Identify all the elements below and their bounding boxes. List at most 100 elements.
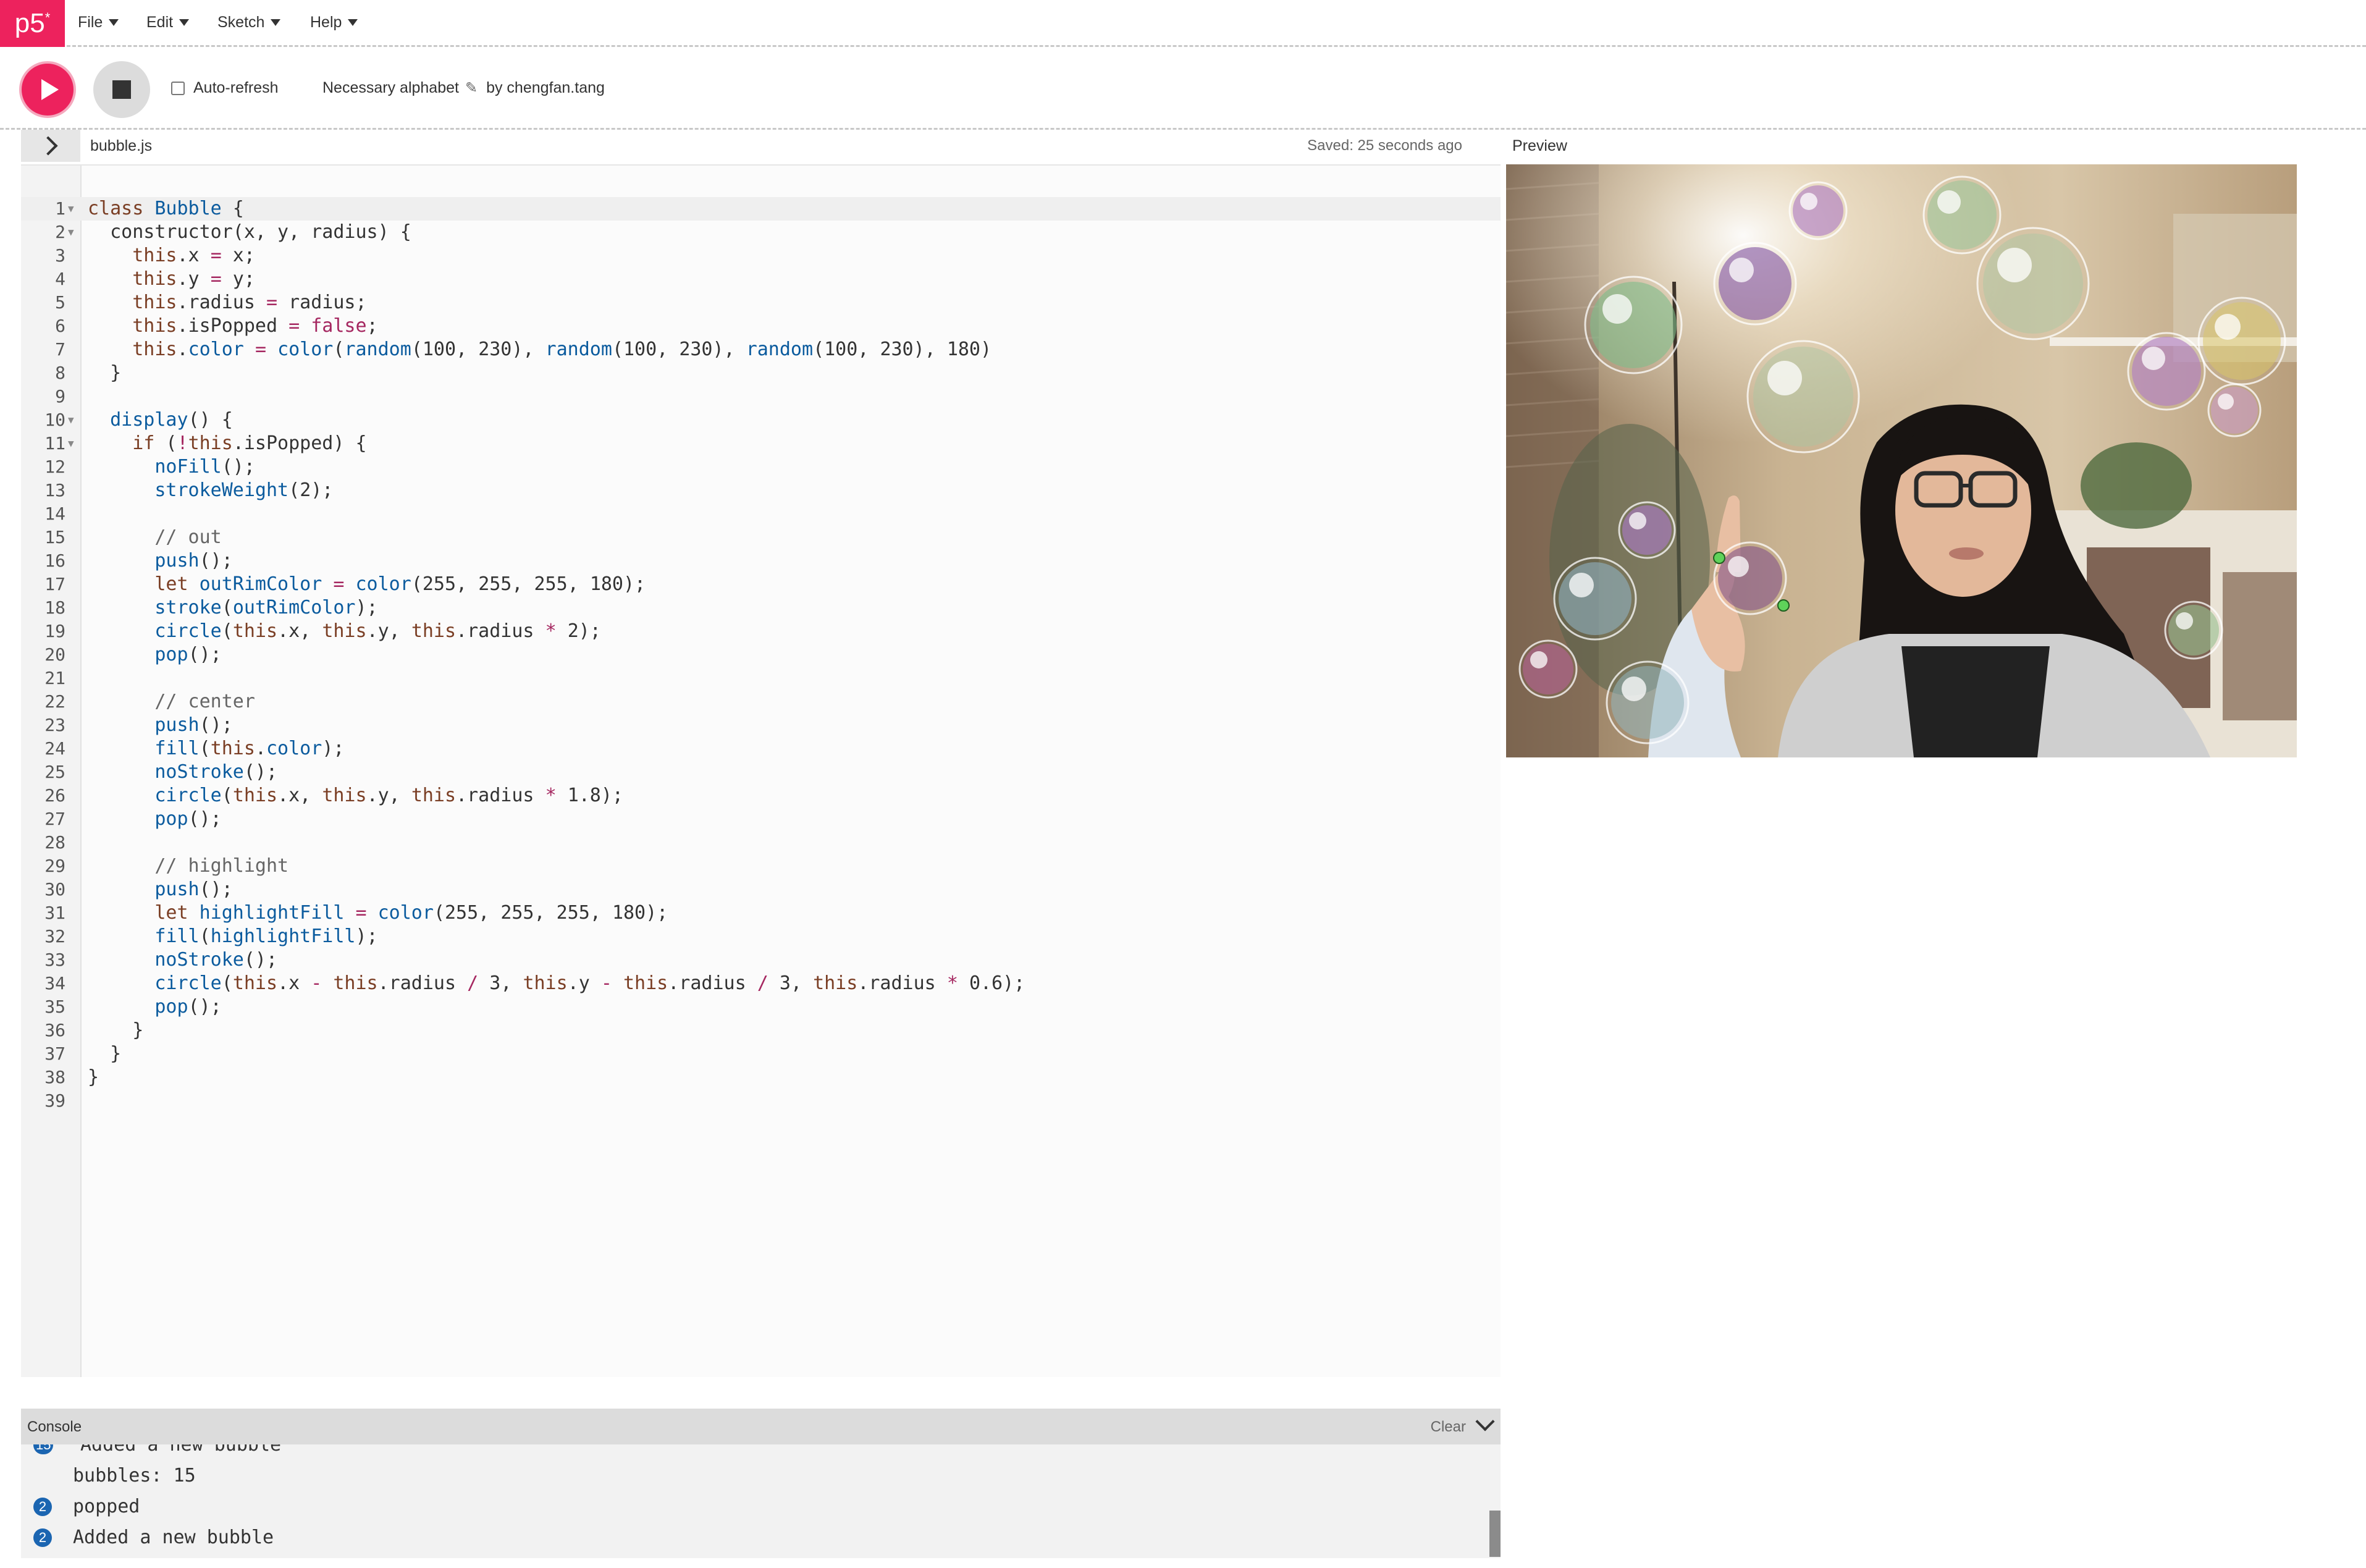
menu-help[interactable]: Help: [310, 0, 358, 44]
code-line[interactable]: 7 this.color = color(random(100, 230), r…: [21, 338, 1501, 361]
menu-file-label: File: [78, 13, 103, 31]
code-line[interactable]: 38}: [21, 1066, 1501, 1089]
play-button[interactable]: [19, 61, 76, 118]
sketch-author[interactable]: by chengfan.tang: [486, 79, 605, 97]
code-line[interactable]: 21: [21, 667, 1501, 690]
code-editor[interactable]: 1 ▼ class Bubble {2 ▼ constructor(x, y, rad…: [21, 164, 1501, 1377]
line-number: 17: [44, 574, 65, 594]
code-line[interactable]: 9: [21, 385, 1501, 408]
fold-arrow-icon[interactable]: ▼: [68, 221, 74, 244]
code-line[interactable]: 4 this.y = y;: [21, 268, 1501, 291]
caret-down-icon: [179, 19, 190, 26]
fold-arrow-icon[interactable]: ▼: [68, 432, 74, 455]
caret-down-icon: [271, 19, 281, 26]
menu-sketch-label: Sketch: [217, 13, 265, 31]
code-line[interactable]: 20 pop();: [21, 643, 1501, 667]
code-line[interactable]: 39: [21, 1089, 1501, 1113]
console-line: 15 Added a new bubble: [21, 1444, 1473, 1461]
code-line[interactable]: 15 // out: [21, 526, 1501, 549]
code-line[interactable]: 1 ▼ class Bubble {: [21, 197, 1501, 221]
code-line[interactable]: 14: [21, 502, 1501, 526]
console-line-text: Added a new bubble: [80, 1444, 282, 1456]
line-number: 18: [44, 597, 65, 618]
code-line[interactable]: 36 }: [21, 1019, 1501, 1042]
code-line[interactable]: 32 fill(highlightFill);: [21, 925, 1501, 948]
code-line[interactable]: 3 this.x = x;: [21, 244, 1501, 268]
auto-refresh-toggle[interactable]: Auto-refresh: [171, 79, 279, 97]
console-line-text: Added a new bubble: [73, 1527, 274, 1548]
code-line[interactable]: 28: [21, 831, 1501, 854]
code-line[interactable]: 31 let highlightFill = color(255, 255, 2…: [21, 901, 1501, 925]
sidebar-toggle-button[interactable]: [21, 130, 80, 162]
chevron-down-icon[interactable]: [1475, 1412, 1495, 1431]
code-line[interactable]: 35 pop();: [21, 995, 1501, 1019]
auto-refresh-checkbox[interactable]: [171, 81, 185, 95]
line-number: 38: [44, 1067, 65, 1087]
console-title: Console: [27, 1418, 82, 1435]
code-line[interactable]: 37 }: [21, 1042, 1501, 1066]
line-code: if (!this.isPopped) {: [132, 432, 367, 454]
line-code: this.color = color(random(100, 230), ran…: [132, 339, 992, 360]
line-number: 30: [44, 879, 65, 900]
code-line[interactable]: 23 push();: [21, 714, 1501, 737]
code-line[interactable]: 13 strokeWeight(2);: [21, 479, 1501, 502]
preview-webcam-image: [1506, 164, 2297, 757]
line-code: this.y = y;: [132, 268, 255, 290]
line-number: 8: [55, 363, 65, 383]
menu-edit[interactable]: Edit: [146, 0, 190, 44]
code-line[interactable]: 25 noStroke();: [21, 761, 1501, 784]
code-line[interactable]: 6 this.isPopped = false;: [21, 314, 1501, 338]
caret-down-icon: [109, 19, 119, 26]
line-code: }: [88, 1019, 144, 1041]
code-line[interactable]: 33 noStroke();: [21, 948, 1501, 972]
line-number: 15: [44, 527, 65, 547]
code-line[interactable]: 29 // highlight: [21, 854, 1501, 878]
console-line: bubbles: 15: [21, 1461, 1473, 1491]
file-tab[interactable]: bubble.js: [90, 137, 152, 155]
code-line[interactable]: 27 pop();: [21, 807, 1501, 831]
code-line[interactable]: 22 // center: [21, 690, 1501, 714]
line-number: 28: [44, 832, 65, 853]
code-line[interactable]: 12 noFill();: [21, 455, 1501, 479]
console-count-badge: 2: [33, 1498, 52, 1516]
code-line[interactable]: 17 let outRimColor = color(255, 255, 255…: [21, 573, 1501, 596]
logo-text: p5: [14, 8, 45, 38]
editor-header: bubble.js Saved: 25 seconds ago: [21, 130, 1501, 164]
line-number: 24: [44, 738, 65, 759]
code-line[interactable]: 30 push();: [21, 878, 1501, 901]
line-code: pop();: [154, 808, 222, 830]
menu-sketch[interactable]: Sketch: [217, 0, 281, 44]
fold-arrow-icon[interactable]: ▼: [68, 408, 74, 432]
code-line[interactable]: 16 push();: [21, 549, 1501, 573]
code-line[interactable]: 11 ▼ if (!this.isPopped) {: [21, 432, 1501, 455]
code-line[interactable]: 18 stroke(outRimColor);: [21, 596, 1501, 620]
line-number: 25: [44, 762, 65, 782]
p5-logo[interactable]: p5 *: [0, 0, 65, 47]
code-line[interactable]: 24 fill(this.color);: [21, 737, 1501, 761]
code-line[interactable]: 8 }: [21, 361, 1501, 385]
line-number: 32: [44, 926, 65, 946]
code-line[interactable]: 19 circle(this.x, this.y, this.radius * …: [21, 620, 1501, 643]
pencil-icon[interactable]: ✎: [465, 79, 478, 97]
line-code: // highlight: [88, 855, 289, 877]
line-code: pop();: [154, 644, 222, 665]
console-scrollbar[interactable]: [1489, 1511, 1501, 1557]
line-code: pop();: [154, 996, 222, 1018]
console-count-badge: 15: [33, 1444, 54, 1454]
code-line[interactable]: 34 circle(this.x - this.radius / 3, this…: [21, 972, 1501, 995]
line-code: fill(highlightFill);: [154, 925, 378, 947]
console-clear-button[interactable]: Clear: [1431, 1418, 1466, 1436]
code-line[interactable]: 10 ▼ display() {: [21, 408, 1501, 432]
line-number: 7: [55, 339, 65, 360]
code-line[interactable]: 26 circle(this.x, this.y, this.radius * …: [21, 784, 1501, 807]
line-number: 29: [44, 856, 65, 876]
toolbar: Auto-refresh Necessary alphabet ✎ by che…: [0, 47, 2366, 130]
stop-button[interactable]: [93, 61, 150, 118]
code-line[interactable]: 2 ▼ constructor(x, y, radius) {: [21, 221, 1501, 244]
sketch-title[interactable]: Necessary alphabet: [322, 79, 459, 97]
menu-file[interactable]: File: [78, 0, 119, 44]
sketch-preview-canvas[interactable]: [1506, 164, 2297, 757]
line-number: 26: [44, 785, 65, 806]
fold-arrow-icon[interactable]: ▼: [68, 197, 74, 221]
code-line[interactable]: 5 this.radius = radius;: [21, 291, 1501, 314]
